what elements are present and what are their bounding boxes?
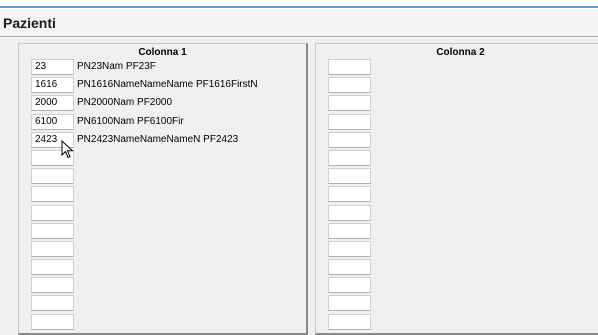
page-title: Pazienti (3, 15, 56, 31)
main-content: Colonna 1 23 PN23Nam PF23F 1616 PN1616NameN… (0, 38, 598, 335)
patient-code-field[interactable] (31, 277, 74, 294)
patient-code-field[interactable]: 1616 (31, 77, 74, 94)
patient-code-field[interactable] (31, 240, 74, 257)
column-1-header: Colonna 1 (138, 47, 187, 58)
patient-code-field[interactable] (31, 186, 74, 203)
patient-code-field[interactable] (328, 131, 371, 148)
patient-name-label: PN23Nam PF23F (77, 61, 156, 72)
patient-code-field[interactable] (328, 168, 371, 185)
patient-code-field[interactable] (328, 204, 371, 221)
patient-code-field[interactable]: 6100 (31, 113, 74, 130)
patient-code-field[interactable] (328, 113, 371, 130)
patient-code-field[interactable] (328, 149, 371, 166)
patient-code-field[interactable] (31, 168, 74, 185)
patient-code-field[interactable] (31, 259, 74, 276)
patient-code-field[interactable] (31, 222, 74, 239)
patient-code-field[interactable] (328, 313, 371, 330)
patient-code-field[interactable] (328, 222, 371, 239)
patient-code-field[interactable] (328, 95, 371, 112)
column-2-panel: Colonna 2 (315, 43, 598, 335)
patient-code-field[interactable] (328, 59, 371, 75)
patient-code-field[interactable] (31, 204, 74, 221)
patient-name-label: PN2423NameNameNameN PF2423 (77, 133, 239, 145)
window-accent-line (0, 6, 598, 8)
title-bar: Pazienti (0, 9, 598, 37)
patient-code-field[interactable]: 2000 (31, 95, 74, 112)
patient-code-field[interactable] (328, 277, 371, 294)
patient-name-label: PN1616NameNameName PF1616FirstN (77, 79, 258, 91)
mouse-pointer-icon (61, 140, 74, 159)
column-2-header: Colonna 2 (436, 47, 485, 58)
patient-code-field[interactable] (328, 77, 371, 94)
patient-code-field[interactable] (31, 295, 74, 312)
patient-code-field[interactable] (31, 313, 74, 330)
patient-code-field[interactable] (328, 186, 371, 203)
patient-code-field[interactable] (328, 295, 371, 312)
column-1-panel: Colonna 1 23 PN23Nam PF23F 1616 PN1616NameN… (18, 43, 308, 335)
patient-code-field[interactable] (328, 259, 371, 276)
patient-name-label: PN2000Nam PF2000 (77, 97, 173, 109)
patient-code-field[interactable]: 23 (31, 59, 74, 75)
patient-code-field[interactable] (328, 240, 371, 257)
patient-name-label: PN6100Nam PF6100Fir (77, 115, 184, 127)
